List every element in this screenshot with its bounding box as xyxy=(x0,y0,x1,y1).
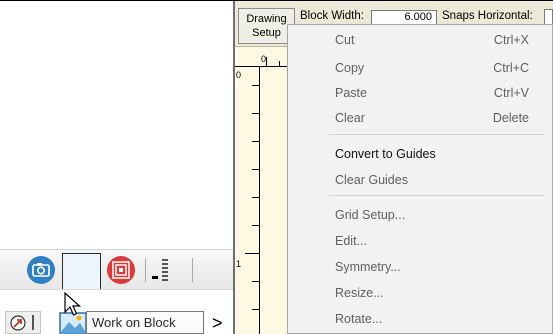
ruler-tick xyxy=(252,281,259,282)
menu-item-shortcut: Ctrl+C xyxy=(493,61,529,75)
menu-item-copy[interactable]: Copy Ctrl+C xyxy=(288,56,552,80)
ruler-tick xyxy=(252,197,259,198)
menu-separator xyxy=(329,134,544,135)
block-width-field[interactable]: 6.000 xyxy=(371,10,437,25)
menu-item-label: Cut xyxy=(335,33,355,47)
menu-item-label: Clear Guides xyxy=(335,173,408,187)
menu-item-clear-guides[interactable]: Clear Guides xyxy=(288,168,552,192)
menu-item-label: Rotate... xyxy=(335,312,383,326)
snaps-horizontal-label: Snaps Horizontal: xyxy=(442,10,533,22)
drawing-setup-label-line1: Drawing xyxy=(246,13,287,25)
menu-item-label: Clear xyxy=(335,111,365,125)
work-on-block-tooltip: Work on Block xyxy=(86,311,204,334)
menu-item-shortcut: Ctrl+V xyxy=(493,86,529,100)
context-menu: Cut Ctrl+X Copy Ctrl+C Paste Ctrl+V Clea… xyxy=(287,24,553,334)
block-width-label: Block Width: xyxy=(300,10,364,22)
menu-item-convert-to-guides[interactable]: Convert to Guides xyxy=(288,142,552,166)
menu-item-shortcut: Ctrl+X xyxy=(493,33,529,47)
menu-item-label: Grid Setup... xyxy=(335,208,406,222)
ruler-tick xyxy=(252,309,259,310)
left-ruler-one: 1 xyxy=(236,259,242,269)
toolbar-separator xyxy=(145,258,146,282)
menu-item-clear[interactable]: Clear Delete xyxy=(288,106,552,130)
menu-item-rotate[interactable]: Rotate... xyxy=(288,307,552,331)
ruler-tick xyxy=(279,61,280,67)
camera-icon[interactable] xyxy=(26,255,56,285)
left-ruler: 0 1 xyxy=(235,67,260,334)
menu-item-label: Edit... xyxy=(335,234,367,248)
menu-item-resize[interactable]: Resize... xyxy=(288,281,552,305)
menu-item-label: Resize... xyxy=(335,286,384,300)
left-ruler-zero: 0 xyxy=(236,70,242,80)
tools-toolbar xyxy=(0,249,233,289)
ruler-tick xyxy=(252,169,259,170)
menu-item-cut[interactable]: Cut Ctrl+X xyxy=(288,28,552,52)
menu-item-label: Symmetry... xyxy=(335,260,401,274)
breadcrumb-arrow: > xyxy=(212,313,223,333)
selected-tool-frame xyxy=(62,253,101,290)
drawing-setup-label-line2: Setup xyxy=(252,27,281,39)
ruler-tick xyxy=(252,225,259,226)
menu-item-label: Paste xyxy=(335,86,367,100)
menu-item-shortcut: Delete xyxy=(492,111,529,125)
menu-item-paste[interactable]: Paste Ctrl+V xyxy=(288,81,552,105)
toolbar-separator xyxy=(192,258,193,282)
mouse-pointer-icon xyxy=(64,291,84,321)
ruler-tick xyxy=(266,57,267,67)
menu-item-grid-setup[interactable]: Grid Setup... xyxy=(288,203,552,227)
ruler-tick xyxy=(252,113,259,114)
menu-item-edit[interactable]: Edit... xyxy=(288,229,552,253)
menu-item-label: Copy xyxy=(335,61,365,75)
slider-level-icon[interactable] xyxy=(150,256,174,289)
menu-separator xyxy=(329,195,544,196)
ruler-tick xyxy=(245,253,259,254)
arrow-tool-icon[interactable] xyxy=(5,311,41,334)
menu-item-symmetry[interactable]: Symmetry... xyxy=(288,255,552,279)
ruler-tick xyxy=(252,85,259,86)
quilt-target-icon[interactable] xyxy=(106,255,136,285)
menu-item-label: Convert to Guides xyxy=(335,147,436,161)
ruler-tick xyxy=(252,141,259,142)
